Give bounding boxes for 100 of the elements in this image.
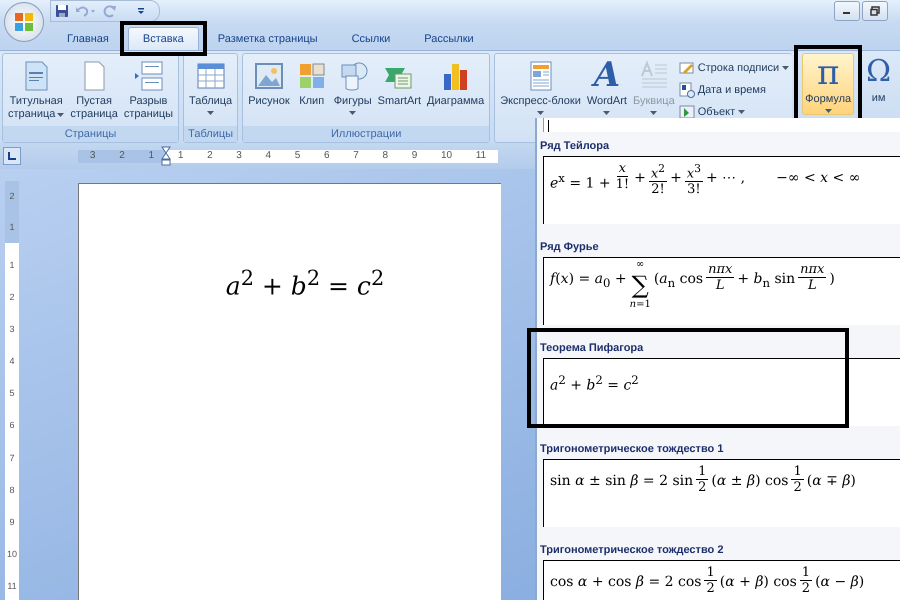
ribbon-tab[interactable]: Разметка страницы [202, 27, 333, 50]
equation-text: (a$_{n}$ cos [654, 270, 704, 292]
quickparts-button[interactable]: Экспресс-блоки [498, 56, 583, 115]
wordart-button[interactable]: A WordArt [584, 56, 629, 115]
ribbon-tab[interactable]: Рассылки [409, 27, 489, 50]
equation-text: + ⋯ , [706, 169, 746, 188]
ruler-number: 10 [440, 150, 452, 162]
text-cursor [548, 120, 549, 132]
equation-text: (α ∓ β) [806, 472, 856, 491]
fraction-denominator: 3! [686, 182, 702, 198]
ruler-number: 6 [9, 420, 14, 432]
ruler-number: 9 [412, 150, 418, 162]
ruler-number: 9 [9, 516, 14, 528]
ruler-number: 1 [148, 150, 154, 162]
fraction-denominator: L [714, 278, 726, 293]
ruler-number: 6 [324, 150, 330, 162]
gallery-item-title: Ряд Фурье [540, 241, 600, 255]
indent-marker-icon[interactable] [161, 146, 171, 166]
office-button[interactable] [4, 2, 44, 42]
tab-stop-icon [7, 151, 17, 161]
gallery-item-title: Ряд Тейлора [540, 140, 610, 154]
ruler-number: 10 [6, 549, 17, 560]
ribbon-tab[interactable]: Ссылки [336, 27, 406, 50]
ruler-number: 11 [7, 581, 17, 592]
ribbon-tab[interactable]: Главная [52, 27, 124, 50]
fraction-numerator: nπx [798, 262, 826, 278]
equation-text: ) [829, 270, 835, 289]
ruler-number: 5 [9, 388, 14, 400]
group-label: Иллюстрации [243, 126, 490, 142]
pagebreak-icon [132, 60, 164, 92]
fraction-denominator: L [806, 278, 818, 293]
ribbon-tab[interactable]: Вставка [128, 27, 199, 50]
datetime-button[interactable]: Дата и время [678, 80, 790, 99]
shapes-button[interactable]: Фигуры [332, 56, 374, 115]
fraction-denominator: 2! [650, 182, 666, 198]
clip-button[interactable]: Клип [294, 56, 330, 108]
chart-button[interactable]: Диаграмма [425, 56, 486, 108]
equation-text: cos α + cos β = 2 cos [550, 573, 702, 592]
ruler-number: 1 [9, 222, 14, 233]
ruler-number: 7 [353, 150, 359, 162]
symbol-button[interactable]: Ω им [864, 53, 894, 105]
fraction-numerator: x [616, 161, 628, 177]
fraction-numerator: 1 [696, 464, 708, 480]
ruler-number: 11 [476, 150, 486, 162]
ruler-number: 2 [9, 191, 14, 202]
fraction-denominator: 2 [792, 480, 803, 495]
tab-selector-button[interactable] [3, 147, 21, 165]
pagebreak-button[interactable]: Разрыв страницы [122, 56, 176, 121]
equation-text: (α ± β) cos [711, 472, 788, 491]
picture-button[interactable]: Рисунок [246, 56, 292, 108]
equation-text: + [670, 169, 682, 188]
ruler-number: 4 [9, 356, 14, 368]
equation[interactable]: a$^{2}$ + b$^{2}$ = c$^{2}$ [226, 266, 384, 300]
fraction-numerator: nπx [706, 262, 734, 278]
fraction-numerator: 1 [704, 565, 717, 581]
ruler-number: 4 [266, 150, 272, 162]
office-logo-icon [13, 11, 35, 33]
ruler-number: 2 [207, 150, 213, 162]
summation-limit: ∞ [636, 258, 644, 272]
restore-button[interactable] [862, 1, 888, 21]
gallery-item-title: Тригонометрическое тождество 2 [540, 544, 724, 558]
fraction-numerator: x$^{3}$ [684, 161, 704, 182]
fraction-denominator: 2 [705, 581, 716, 596]
ruler-number: 8 [382, 150, 388, 162]
gallery-item-title: Теорема Пифагора [540, 342, 644, 356]
gallery-item-title: Тригонометрическое тождество 1 [540, 443, 724, 457]
ruler-number: 2 [119, 150, 125, 162]
ruler-number: 3 [236, 150, 242, 162]
object-icon [678, 104, 695, 120]
fraction-denominator: 2 [697, 480, 708, 495]
cover-button[interactable]: Титульная страница [6, 56, 66, 121]
smartart-button[interactable]: SmartArt [376, 56, 424, 108]
save-icon[interactable] [55, 4, 69, 18]
minimize-button[interactable] [834, 1, 860, 21]
fraction-numerator: 1 [791, 464, 804, 480]
equation-preview[interactable]: a$^{2}$ + b$^{2}$ = c$^{2}$ [543, 358, 900, 426]
ruler-number: 2 [9, 292, 14, 303]
table-button[interactable]: Таблица [187, 56, 234, 115]
ruler-number: 3 [90, 150, 96, 162]
customize-caret-icon[interactable] [137, 7, 145, 15]
signature-button[interactable]: Строка подписи [678, 58, 790, 77]
ruler-number: 7 [9, 452, 14, 464]
ruler-number: 3 [9, 324, 14, 335]
equation-text: sin α ± sin β = 2 sin [550, 472, 694, 491]
blank-button[interactable]: Пустая страница [68, 56, 120, 121]
equation-text: (α − β) [815, 573, 864, 592]
fraction-denominator: 2 [800, 581, 812, 596]
picture-icon [252, 60, 285, 92]
group-label: Страницы [3, 126, 178, 142]
summation-sign: ∑ [632, 272, 649, 298]
equation-text: −∞ < x < ∞ [776, 169, 860, 188]
restore-icon [870, 6, 880, 16]
equation-text: a$^{2}$ + b$^{2}$ = c$^{2}$ [550, 372, 639, 396]
fraction-denominator: 1! [614, 177, 630, 192]
equation-text: e$^{x}$ = 1 + [550, 170, 611, 194]
equation-button[interactable]: π Формула [802, 53, 854, 115]
datetime-icon [678, 82, 695, 98]
signature-icon [678, 60, 695, 76]
equation-text: f(x) = a$_{0}$ + [550, 270, 627, 292]
equation-text: + [634, 169, 646, 188]
